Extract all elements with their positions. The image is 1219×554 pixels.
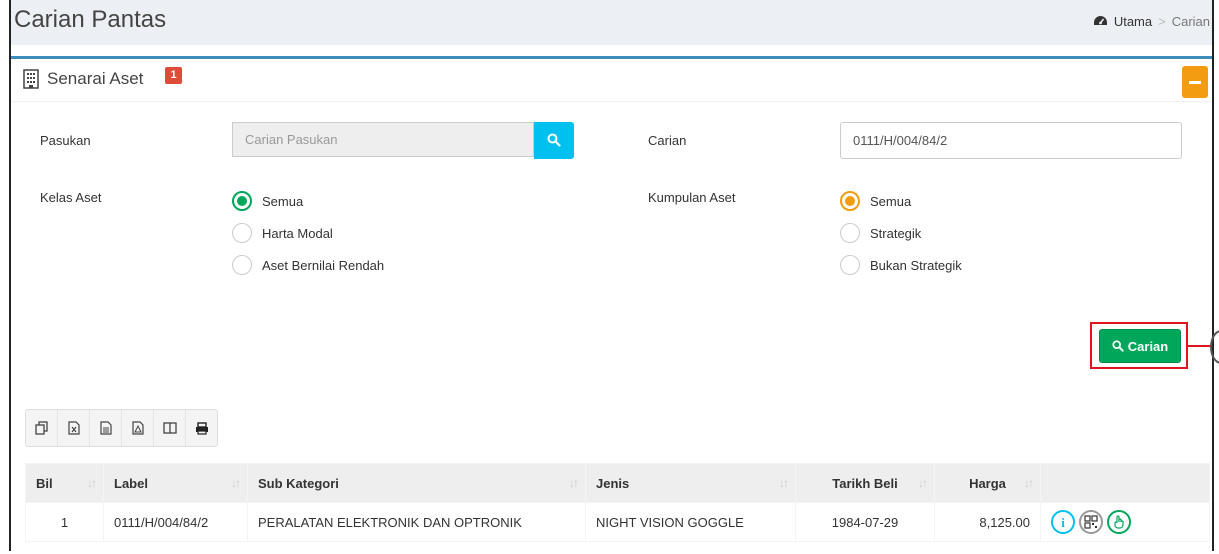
cell-actions: i: [1040, 502, 1210, 542]
kelas-aset-label: Kelas Aset: [40, 190, 102, 205]
radio-label: Harta Modal: [262, 225, 333, 241]
search-icon: [1112, 340, 1124, 352]
info-button[interactable]: i: [1051, 510, 1075, 534]
column-header-sub-kategori[interactable]: Sub Kategori ↓↑: [247, 463, 586, 503]
sort-icon: ↓↑: [1024, 476, 1034, 490]
asset-table: Bil ↓↑ Label ↓↑ Sub Kategori ↓↑ Jenis ↓↑ Tar…: [25, 463, 1210, 542]
kumpulan-aset-option-bukan-strategik[interactable]: Bukan Strategik: [840, 255, 962, 275]
cell-harga: 8,125.00: [934, 502, 1041, 542]
kumpulan-aset-label: Kumpulan Aset: [648, 190, 736, 205]
pasukan-search-button[interactable]: [534, 122, 574, 159]
radio-unselected[interactable]: [232, 223, 252, 243]
radio-selected[interactable]: [232, 191, 252, 211]
pdf-button[interactable]: [122, 410, 154, 446]
copy-icon: [34, 421, 48, 435]
breadcrumb-current: Carian: [1171, 14, 1210, 29]
radio-unselected[interactable]: [840, 255, 860, 275]
breadcrumb-separator: >: [1158, 14, 1166, 29]
radio-selected[interactable]: [840, 191, 860, 211]
columns-icon: [162, 422, 177, 434]
pasukan-input-group: [232, 122, 574, 159]
radio-unselected[interactable]: [232, 255, 252, 275]
csv-icon: [99, 421, 112, 435]
carian-input[interactable]: [840, 122, 1182, 159]
search-icon: [547, 133, 561, 147]
cell-jenis: NIGHT VISION GOGGLE: [585, 502, 796, 542]
asset-list-panel: Senarai Aset 1 Pasukan Carian Kelas Aset…: [11, 56, 1219, 554]
radio-label: Aset Bernilai Rendah: [262, 257, 385, 273]
select-button[interactable]: [1107, 510, 1131, 534]
svg-text:i: i: [1061, 515, 1065, 529]
callout-marker: [1210, 330, 1219, 364]
panel-title: Senarai Aset: [47, 69, 144, 88]
qr-code-button[interactable]: [1079, 510, 1103, 534]
info-icon: i: [1061, 515, 1065, 529]
sort-icon: ↓↑: [231, 476, 241, 490]
sort-icon: ↓↑: [918, 476, 928, 490]
radio-unselected[interactable]: [840, 223, 860, 243]
sort-icon: ↓↑: [87, 476, 97, 490]
radio-label: Bukan Strategik: [870, 257, 962, 273]
table-header-row: Bil ↓↑ Label ↓↑ Sub Kategori ↓↑ Jenis ↓↑ Tar…: [25, 463, 1210, 503]
radio-label: Strategik: [870, 225, 922, 241]
right-frame-border: [1212, 0, 1214, 551]
pointer-icon: [1114, 515, 1124, 529]
column-header-harga[interactable]: Harga ↓↑: [934, 463, 1041, 503]
excel-button[interactable]: [58, 410, 90, 446]
page-title: Carian Pantas: [14, 6, 167, 33]
column-header-actions: [1040, 463, 1210, 503]
pasukan-search-input[interactable]: [232, 122, 534, 157]
count-badge: 1: [165, 67, 182, 84]
pdf-icon: [131, 421, 144, 435]
kelas-aset-option-harta-modal[interactable]: Harta Modal: [232, 223, 333, 243]
csv-button[interactable]: [90, 410, 122, 446]
qr-code-icon: [1084, 515, 1098, 529]
search-button[interactable]: Carian: [1099, 329, 1181, 363]
excel-icon: [67, 421, 80, 435]
column-header-bil[interactable]: Bil ↓↑: [25, 463, 104, 503]
sort-icon: ↓↑: [569, 476, 579, 490]
radio-label: Semua: [262, 193, 304, 209]
search-button-label: Carian: [1127, 338, 1169, 354]
breadcrumb-home-link[interactable]: Utama: [1114, 14, 1152, 29]
row-actions: i: [1051, 510, 1199, 534]
kelas-aset-option-aset-bernilai-rendah[interactable]: Aset Bernilai Rendah: [232, 255, 384, 275]
table-row: 1 0111/H/004/84/2 PERALATAN ELEKTRONIK D…: [25, 502, 1210, 542]
export-toolbar: [25, 409, 218, 447]
cell-label: 0111/H/004/84/2: [103, 502, 248, 542]
dashboard-icon: [1093, 16, 1107, 25]
column-header-jenis[interactable]: Jenis ↓↑: [585, 463, 796, 503]
cell-tarikh-beli: 1984-07-29: [795, 502, 935, 542]
kumpulan-aset-option-strategik[interactable]: Strategik: [840, 223, 921, 243]
carian-label: Carian: [648, 133, 687, 148]
sort-icon: ↓↑: [779, 476, 789, 490]
content-header: Carian Pantas Utama > Carian: [11, 0, 1212, 45]
column-header-tarikh-beli[interactable]: Tarikh Beli ↓↑: [795, 463, 935, 503]
columns-button[interactable]: [154, 410, 186, 446]
copy-button[interactable]: [26, 410, 58, 446]
collapse-button[interactable]: [1182, 66, 1208, 98]
breadcrumb: Utama > Carian: [1093, 14, 1210, 29]
print-button[interactable]: [186, 410, 217, 446]
kelas-aset-option-semua[interactable]: Semua: [232, 191, 303, 211]
column-header-label[interactable]: Label ↓↑: [103, 463, 248, 503]
panel-header: Senarai Aset 1: [11, 59, 1212, 102]
cell-sub-kategori: PERALATAN ELEKTRONIK DAN OPTRONIK: [247, 502, 586, 542]
kumpulan-aset-option-semua[interactable]: Semua: [840, 191, 911, 211]
radio-label: Semua: [870, 193, 912, 209]
print-icon: [195, 421, 208, 435]
cell-bil: 1: [25, 502, 104, 542]
pasukan-label: Pasukan: [40, 133, 91, 148]
callout-line: [1188, 345, 1212, 347]
building-icon: [23, 69, 39, 89]
